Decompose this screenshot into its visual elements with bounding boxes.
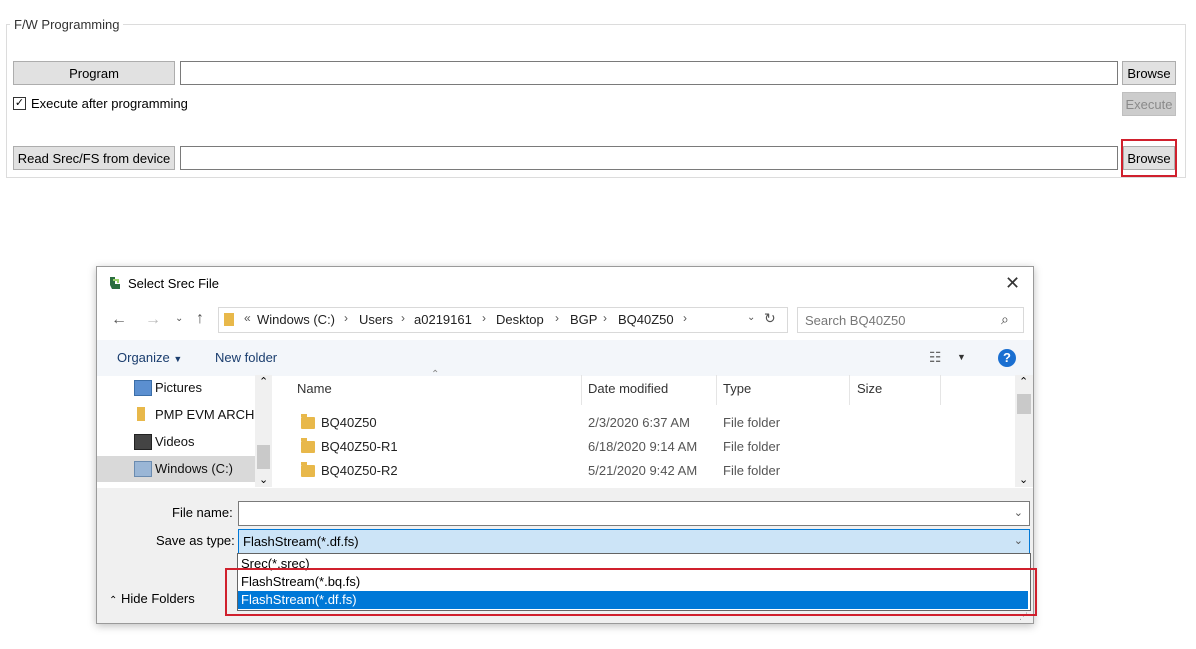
- chevron-down-icon[interactable]: ⌄: [1014, 506, 1023, 519]
- breadcrumb-sep-icon[interactable]: ›: [401, 311, 405, 325]
- sort-caret-icon: ⌃: [431, 369, 440, 380]
- app-icon: [110, 277, 120, 289]
- help-icon[interactable]: ?: [998, 349, 1016, 367]
- column-size[interactable]: Size: [857, 381, 882, 396]
- breadcrumb-bq40z50[interactable]: BQ40Z50: [618, 312, 674, 327]
- drive-icon: [134, 461, 152, 477]
- nav-scroll-thumb[interactable]: [257, 445, 270, 469]
- breadcrumb-user[interactable]: a0219161: [414, 312, 472, 327]
- nav-item-pictures[interactable]: Pictures: [97, 375, 255, 401]
- chevron-up-icon: ⌃: [109, 595, 118, 606]
- nav-scrollbar[interactable]: ⌃ ⌄: [255, 375, 272, 487]
- folder-icon: [224, 313, 234, 326]
- folder-icon: [301, 438, 315, 453]
- recent-chevron-down-icon[interactable]: ⌄: [175, 313, 183, 324]
- column-type[interactable]: Type: [723, 381, 751, 396]
- read-path-input[interactable]: [180, 146, 1118, 170]
- address-bar[interactable]: « Windows (C:) › Users › a0219161 › Desk…: [218, 307, 788, 333]
- view-dropdown-icon[interactable]: ▼: [957, 352, 966, 362]
- view-options-icon[interactable]: ☷: [929, 349, 942, 366]
- up-arrow-icon[interactable]: ↑: [196, 310, 204, 328]
- refresh-icon[interactable]: ↻: [764, 310, 776, 327]
- file-name-label: File name:: [172, 505, 233, 520]
- folder-icon: [301, 414, 315, 429]
- dropdown-highlight-box: [225, 568, 1037, 616]
- column-divider[interactable]: [940, 375, 941, 405]
- breadcrumb-sep-icon[interactable]: ›: [482, 311, 486, 325]
- breadcrumb-desktop[interactable]: Desktop: [496, 312, 544, 327]
- caret-down-icon: ▼: [173, 354, 183, 364]
- column-divider[interactable]: [849, 375, 850, 405]
- address-dropdown-icon[interactable]: ⌄: [747, 312, 755, 323]
- column-name[interactable]: Name: [297, 381, 332, 396]
- file-list-scrollbar[interactable]: ⌃ ⌄: [1015, 375, 1033, 487]
- execute-checkbox-label: Execute after programming: [31, 96, 188, 111]
- breadcrumb-bgp[interactable]: BGP: [570, 312, 597, 327]
- execute-checkbox[interactable]: ✓: [13, 97, 26, 110]
- organize-button[interactable]: Organize ▼: [117, 350, 182, 365]
- scroll-down-icon[interactable]: ⌄: [1019, 473, 1028, 486]
- search-icon[interactable]: ⌕: [1001, 311, 1009, 328]
- program-path-input[interactable]: [180, 61, 1118, 85]
- program-browse-button[interactable]: Browse: [1122, 61, 1176, 85]
- browse-highlight-box: [1121, 139, 1177, 177]
- execute-button[interactable]: Execute: [1122, 92, 1176, 116]
- breadcrumb-sep-icon[interactable]: ›: [603, 311, 607, 325]
- column-date-modified[interactable]: Date modified: [588, 381, 668, 396]
- back-arrow-icon[interactable]: ←: [111, 311, 127, 329]
- videos-icon: [134, 434, 152, 450]
- breadcrumb-sep-icon[interactable]: ›: [344, 311, 348, 325]
- file-name-input[interactable]: ⌄: [238, 501, 1030, 526]
- file-scroll-thumb[interactable]: [1017, 394, 1031, 414]
- dialog-toolbar: Organize ▼ New folder ☷ ▼ ?: [97, 340, 1033, 376]
- breadcrumb-windows[interactable]: Windows (C:): [257, 312, 335, 327]
- checkmark-icon: ✓: [14, 97, 25, 109]
- nav-item-windows-c[interactable]: Windows (C:): [97, 456, 255, 482]
- column-divider[interactable]: [581, 375, 582, 405]
- folder-icon: [301, 462, 315, 477]
- dialog-title: Select Srec File: [128, 276, 220, 291]
- nav-item-pmp-evm[interactable]: PMP EVM ARCHI: [97, 402, 258, 428]
- column-divider[interactable]: [716, 375, 717, 405]
- close-icon[interactable]: ✕: [1005, 273, 1020, 294]
- pictures-icon: [134, 380, 152, 396]
- nav-item-videos[interactable]: Videos: [97, 429, 255, 455]
- breadcrumb-sep-icon[interactable]: ›: [555, 311, 559, 325]
- save-type-select[interactable]: FlashStream(*.df.fs) ⌄: [238, 529, 1030, 554]
- scroll-down-icon[interactable]: ⌄: [259, 473, 268, 486]
- scroll-up-icon[interactable]: ⌃: [259, 375, 268, 388]
- hide-folders-button[interactable]: ⌃ Hide Folders: [109, 591, 195, 606]
- chevron-down-icon[interactable]: ⌄: [1014, 534, 1023, 547]
- search-box[interactable]: Search BQ40Z50 ⌕: [797, 307, 1024, 333]
- fw-group-title: F/W Programming: [10, 17, 124, 32]
- breadcrumb-sep-icon[interactable]: ›: [683, 311, 687, 325]
- forward-arrow-icon[interactable]: →: [145, 311, 161, 329]
- new-folder-button[interactable]: New folder: [215, 350, 277, 365]
- scroll-up-icon[interactable]: ⌃: [1019, 375, 1028, 388]
- folder-icon: [137, 407, 145, 421]
- search-input[interactable]: Search BQ40Z50: [805, 313, 905, 328]
- program-button[interactable]: Program: [13, 61, 175, 85]
- save-type-label: Save as type:: [156, 533, 235, 548]
- breadcrumb-overflow[interactable]: «: [244, 311, 251, 325]
- breadcrumb-users[interactable]: Users: [359, 312, 393, 327]
- read-srec-button[interactable]: Read Srec/FS from device: [13, 146, 175, 170]
